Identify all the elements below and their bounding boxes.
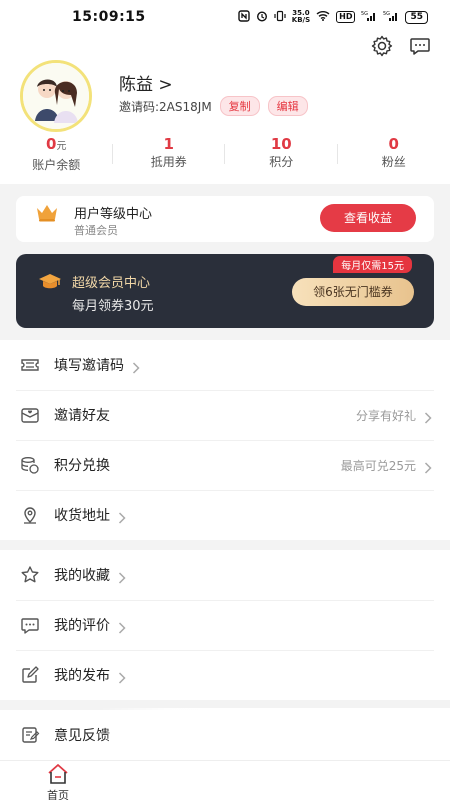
user-level-card[interactable]: 用户等级中心 普通会员 查看收益	[16, 196, 434, 242]
star-icon	[20, 565, 40, 585]
menu-group-mine: 我的收藏 我的评价 我的发布	[0, 550, 450, 700]
chevron-right-icon	[424, 409, 432, 424]
home-icon	[38, 763, 78, 789]
header-actions	[370, 34, 432, 58]
tab-home[interactable]: 首页	[38, 763, 78, 800]
menu-label: 我的评价	[54, 618, 110, 634]
chevron-right-icon	[424, 459, 432, 474]
stat-value: 0	[46, 135, 57, 153]
copy-button[interactable]: 复制	[219, 96, 260, 116]
profile-header: 陈益 > 邀请码:2AS18JM 复制 编辑 0元 账户余额 1 抵用券 10 …	[0, 34, 450, 184]
stat-label: 账户余额	[32, 158, 81, 172]
level-title: 用户等级中心	[74, 207, 153, 222]
vip-subtitle: 每月领券30元	[72, 299, 154, 314]
settings-gear-icon[interactable]	[370, 34, 394, 58]
stat-value: 1	[163, 135, 174, 153]
edit-icon	[20, 665, 40, 685]
chevron-right-icon	[118, 509, 126, 524]
menu-item-address[interactable]: 收货地址	[0, 490, 450, 540]
menu-label: 邀请好友	[54, 408, 110, 424]
stat-coupons[interactable]: 1 抵用券	[113, 134, 226, 176]
hd-badge: HD	[336, 11, 356, 23]
claim-coupons-button[interactable]: 领6张无门槛券	[292, 278, 414, 306]
chevron-right-icon	[118, 619, 126, 634]
menu-item-my-posts[interactable]: 我的发布	[0, 650, 450, 700]
menu-extra: 最高可兑25元	[340, 458, 416, 473]
level-subtitle: 普通会员	[74, 224, 118, 237]
menu-label: 填写邀请码	[54, 358, 124, 374]
user-name[interactable]: 陈益 >	[119, 70, 173, 95]
chat-bubble-icon	[20, 615, 40, 635]
view-earnings-button[interactable]: 查看收益	[320, 204, 416, 232]
stat-points[interactable]: 10 积分	[225, 134, 338, 176]
signal-icon-2: 5G	[383, 10, 399, 25]
location-pin-icon	[20, 505, 40, 525]
svg-text:5G: 5G	[361, 11, 368, 17]
tab-label: 首页	[47, 789, 69, 800]
menu-item-reviews[interactable]: 我的评价	[0, 600, 450, 650]
feedback-icon	[20, 725, 40, 745]
chevron-right-icon	[132, 359, 140, 374]
stat-label: 抵用券	[150, 155, 187, 169]
menu-label: 收货地址	[54, 508, 110, 524]
edit-button[interactable]: 编辑	[267, 96, 308, 116]
invite-code-row: 邀请码:2AS18JM 复制 编辑	[119, 96, 308, 116]
menu-extra: 分享有好礼	[355, 408, 416, 423]
coins-icon	[20, 455, 40, 475]
menu-item-favorites[interactable]: 我的收藏	[0, 550, 450, 600]
menu-item-points-exchange[interactable]: 积分兑换 最高可兑25元	[0, 440, 450, 490]
stat-label: 积分	[269, 155, 294, 169]
ticket-icon	[20, 355, 40, 375]
menu-item-invite-code[interactable]: 填写邀请码	[0, 340, 450, 390]
vip-price-badge: 每月仅需15元	[333, 256, 412, 273]
status-bar: 15:09:15 35.0 KB/S HD 5G 5G 55	[0, 0, 450, 34]
chevron-right-icon	[118, 569, 126, 584]
invite-code: 邀请码:2AS18JM	[119, 99, 212, 114]
stat-balance[interactable]: 0元 账户余额	[0, 134, 113, 176]
account-stats: 0元 账户余额 1 抵用券 10 积分 0 粉丝	[0, 134, 450, 176]
stat-fans[interactable]: 0 粉丝	[338, 134, 450, 176]
menu-label: 我的收藏	[54, 568, 110, 584]
status-time: 15:09:15	[72, 9, 146, 25]
stat-label: 粉丝	[381, 155, 406, 169]
vip-title: 超级会员中心	[72, 276, 151, 291]
menu-item-invite-friends[interactable]: 邀请好友 分享有好礼	[0, 390, 450, 440]
stat-value: 0	[388, 135, 399, 153]
signal-icon-1: 5G	[361, 10, 377, 25]
network-speed: 35.0 KB/S	[292, 10, 310, 24]
envelope-icon	[20, 405, 40, 425]
super-vip-card[interactable]: 超级会员中心 每月领券30元 每月仅需15元 领6张无门槛券	[16, 254, 434, 328]
message-bubble-icon[interactable]	[408, 34, 432, 58]
wifi-icon	[316, 10, 330, 24]
bottom-tab-bar: 首页	[0, 760, 450, 800]
battery-indicator: 55	[405, 10, 428, 24]
avatar[interactable]	[20, 60, 92, 132]
menu-label: 积分兑换	[54, 458, 110, 474]
svg-text:5G: 5G	[383, 11, 390, 17]
graduation-cap-icon	[38, 272, 62, 292]
speed-unit: KB/S	[291, 16, 311, 24]
nfc-icon	[238, 9, 250, 25]
crown-icon	[36, 204, 58, 222]
alarm-icon	[256, 10, 268, 25]
stat-value: 10	[270, 135, 292, 153]
chevron-right-icon	[118, 669, 126, 684]
vibrate-icon	[274, 10, 286, 25]
status-icons: 35.0 KB/S HD 5G 5G 55	[238, 10, 428, 25]
stat-unit: 元	[56, 141, 67, 152]
menu-group-account: 填写邀请码 邀请好友 分享有好礼 积分兑换 最高可兑25元 收货地址	[0, 340, 450, 540]
menu-label: 我的发布	[54, 668, 110, 684]
